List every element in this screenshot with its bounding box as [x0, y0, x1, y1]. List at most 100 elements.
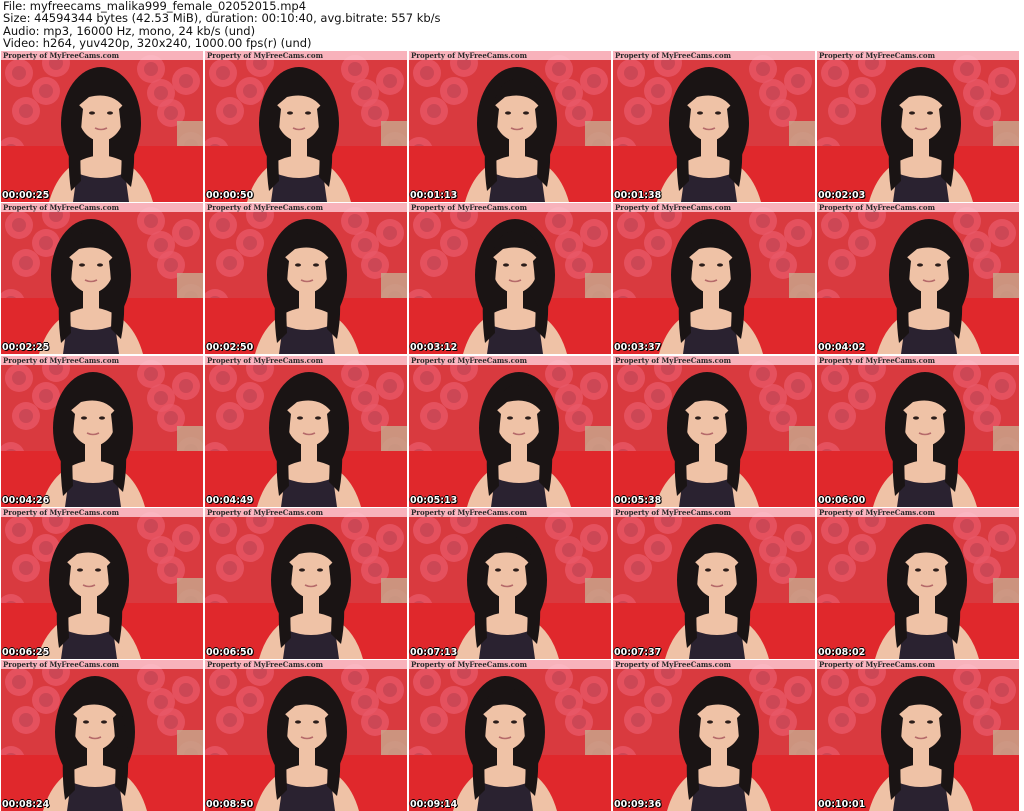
watermark-bar: Property of MyFreeCams.com — [1, 51, 203, 60]
watermark-bar: Property of MyFreeCams.com — [409, 51, 611, 60]
watermark-bar: Property of MyFreeCams.com — [817, 51, 1019, 60]
thumbnail-frame-image — [205, 507, 407, 659]
watermark-text: Property of MyFreeCams.com — [615, 203, 731, 213]
watermark-text: Property of MyFreeCams.com — [207, 355, 323, 365]
thumbnail-frame-image — [613, 51, 815, 202]
thumbnail-frame-image — [1, 507, 203, 659]
thumbnail-timestamp: 00:09:36 — [614, 799, 662, 810]
video-thumbnail: Property of MyFreeCams.com 00:08:50 — [205, 660, 407, 811]
thumbnail-frame-image — [1, 51, 203, 202]
thumbnail-timestamp: 00:03:12 — [410, 342, 458, 354]
thumbnail-frame-image — [613, 203, 815, 355]
watermark-bar: Property of MyFreeCams.com — [613, 51, 815, 60]
watermark-bar: Property of MyFreeCams.com — [409, 355, 611, 365]
thumbnail-timestamp: 00:02:03 — [818, 190, 866, 201]
thumbnail-timestamp: 00:04:02 — [818, 342, 866, 354]
video-thumbnail: Property of MyFreeCams.com 00:02:25 — [1, 203, 203, 355]
watermark-bar: Property of MyFreeCams.com — [205, 51, 407, 60]
watermark-bar: Property of MyFreeCams.com — [1, 355, 203, 365]
thumbnail-frame-image — [1, 660, 203, 811]
thumbnail-timestamp: 00:05:38 — [614, 494, 662, 506]
thumbnail-timestamp: 00:06:50 — [206, 646, 254, 658]
video-thumbnail: Property of MyFreeCams.com 00:09:14 — [409, 660, 611, 811]
video-thumbnail: Property of MyFreeCams.com 00:06:25 — [1, 507, 203, 659]
watermark-bar: Property of MyFreeCams.com — [1, 660, 203, 669]
watermark-bar: Property of MyFreeCams.com — [205, 660, 407, 669]
video-thumbnail: Property of MyFreeCams.com 00:01:38 — [613, 51, 815, 202]
watermark-text: Property of MyFreeCams.com — [411, 203, 527, 213]
watermark-bar: Property of MyFreeCams.com — [409, 203, 611, 213]
thumbnail-timestamp: 00:03:37 — [614, 342, 662, 354]
video-info-line: Video: h264, yuv420p, 320x240, 1000.00 f… — [3, 36, 312, 51]
video-thumbnail: Property of MyFreeCams.com 00:10:01 — [817, 660, 1019, 811]
thumbnail-frame-image — [409, 507, 611, 659]
watermark-text: Property of MyFreeCams.com — [3, 51, 119, 60]
watermark-bar: Property of MyFreeCams.com — [205, 355, 407, 365]
watermark-text: Property of MyFreeCams.com — [411, 355, 527, 365]
video-thumbnail: Property of MyFreeCams.com 00:03:37 — [613, 203, 815, 355]
thumbnail-frame-image — [409, 660, 611, 811]
thumbnail-frame-image — [817, 507, 1019, 659]
thumbnail-frame-image — [817, 203, 1019, 355]
video-thumbnail: Property of MyFreeCams.com 00:07:37 — [613, 507, 815, 659]
watermark-text: Property of MyFreeCams.com — [411, 660, 527, 669]
watermark-text: Property of MyFreeCams.com — [615, 660, 731, 669]
watermark-text: Property of MyFreeCams.com — [819, 660, 935, 669]
watermark-bar: Property of MyFreeCams.com — [205, 203, 407, 213]
thumbnail-frame-image — [409, 51, 611, 202]
video-thumbnail: Property of MyFreeCams.com 00:00:25 — [1, 51, 203, 202]
video-thumbnail: Property of MyFreeCams.com 00:02:50 — [205, 203, 407, 355]
thumbnail-timestamp: 00:01:13 — [410, 190, 458, 201]
watermark-text: Property of MyFreeCams.com — [3, 660, 119, 669]
thumbnail-timestamp: 00:08:50 — [206, 799, 254, 810]
thumbnail-frame-image — [613, 355, 815, 507]
watermark-text: Property of MyFreeCams.com — [615, 51, 731, 60]
watermark-text: Property of MyFreeCams.com — [615, 355, 731, 365]
thumbnail-frame-image — [409, 203, 611, 355]
watermark-bar: Property of MyFreeCams.com — [613, 660, 815, 669]
watermark-bar: Property of MyFreeCams.com — [1, 507, 203, 517]
video-thumbnail: Property of MyFreeCams.com 00:00:50 — [205, 51, 407, 202]
watermark-bar: Property of MyFreeCams.com — [817, 355, 1019, 365]
video-thumbnail: Property of MyFreeCams.com 00:04:02 — [817, 203, 1019, 355]
thumbnail-frame-image — [613, 660, 815, 811]
thumbnail-timestamp: 00:04:26 — [2, 494, 50, 506]
thumbnail-frame-image — [409, 355, 611, 507]
watermark-bar: Property of MyFreeCams.com — [1, 203, 203, 213]
watermark-bar: Property of MyFreeCams.com — [409, 507, 611, 517]
watermark-text: Property of MyFreeCams.com — [3, 355, 119, 365]
video-thumbnail: Property of MyFreeCams.com 00:08:24 — [1, 660, 203, 811]
video-thumbnail: Property of MyFreeCams.com 00:05:38 — [613, 355, 815, 507]
video-thumbnail: Property of MyFreeCams.com 00:06:00 — [817, 355, 1019, 507]
video-thumbnail: Property of MyFreeCams.com 00:01:13 — [409, 51, 611, 202]
thumbnail-frame-image — [205, 660, 407, 811]
thumbnail-timestamp: 00:09:14 — [410, 799, 458, 810]
thumbnail-timestamp: 00:06:25 — [2, 646, 50, 658]
thumbnail-timestamp: 00:08:24 — [2, 799, 50, 810]
file-size-line: Size: 44594344 bytes (42.53 MiB), durati… — [3, 11, 441, 26]
thumbnail-grid: Property of MyFreeCams.com 00:00:25 Proper… — [1, 51, 1023, 811]
video-thumbnail: Property of MyFreeCams.com 00:09:36 — [613, 660, 815, 811]
watermark-bar: Property of MyFreeCams.com — [613, 203, 815, 213]
watermark-bar: Property of MyFreeCams.com — [817, 660, 1019, 669]
video-thumbnail: Property of MyFreeCams.com 00:07:13 — [409, 507, 611, 659]
watermark-bar: Property of MyFreeCams.com — [613, 507, 815, 517]
thumbnail-timestamp: 00:07:37 — [614, 646, 662, 658]
watermark-text: Property of MyFreeCams.com — [207, 203, 323, 213]
watermark-text: Property of MyFreeCams.com — [207, 660, 323, 669]
thumbnail-timestamp: 00:05:13 — [410, 494, 458, 506]
thumbnail-frame-image — [205, 355, 407, 507]
thumbnail-frame-image — [613, 507, 815, 659]
thumbnail-timestamp: 00:04:49 — [206, 494, 254, 506]
watermark-text: Property of MyFreeCams.com — [411, 51, 527, 60]
watermark-text: Property of MyFreeCams.com — [819, 507, 935, 517]
video-thumbnail: Property of MyFreeCams.com 00:08:02 — [817, 507, 1019, 659]
video-thumbnail: Property of MyFreeCams.com 00:04:49 — [205, 355, 407, 507]
thumbnail-timestamp: 00:01:38 — [614, 190, 662, 201]
thumbnail-frame-image — [205, 51, 407, 202]
watermark-bar: Property of MyFreeCams.com — [817, 203, 1019, 213]
thumbnail-frame-image — [1, 203, 203, 355]
watermark-text: Property of MyFreeCams.com — [207, 51, 323, 60]
watermark-text: Property of MyFreeCams.com — [819, 355, 935, 365]
thumbnail-frame-image — [205, 203, 407, 355]
